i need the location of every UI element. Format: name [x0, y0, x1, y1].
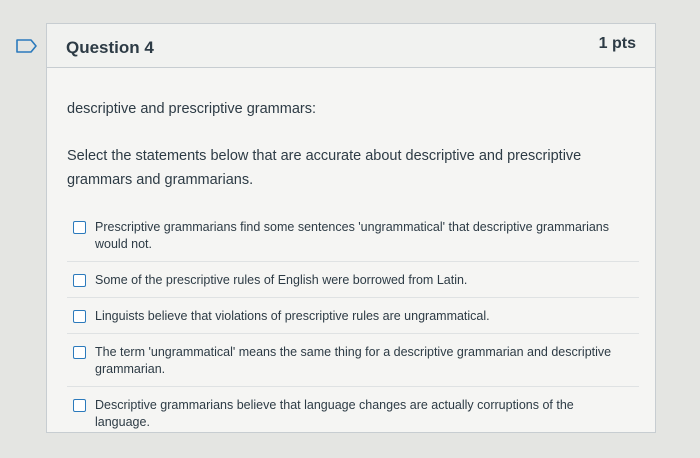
question-title: Question 4 — [66, 38, 154, 57]
answer-label[interactable]: The term 'ungrammatical' means the same … — [95, 345, 611, 376]
question-header: Question 4 1 pts — [47, 24, 655, 68]
answer-checkbox[interactable] — [73, 221, 86, 234]
answer-option[interactable]: Prescriptive grammarians find some sente… — [67, 209, 639, 261]
answer-label[interactable]: Prescriptive grammarians find some sente… — [95, 220, 609, 251]
answer-label[interactable]: Descriptive grammarians believe that lan… — [95, 398, 574, 429]
answer-label[interactable]: Linguists believe that violations of pre… — [95, 309, 490, 323]
question-points: 1 pts — [598, 35, 636, 52]
answer-option[interactable]: Linguists believe that violations of pre… — [67, 297, 639, 333]
answer-checkbox[interactable] — [73, 346, 86, 359]
answer-option[interactable]: The term 'ungrammatical' means the same … — [67, 333, 639, 386]
answer-list: Prescriptive grammarians find some sente… — [67, 209, 639, 439]
question-card: Question 4 1 pts descriptive and prescri… — [46, 23, 656, 433]
answer-checkbox[interactable] — [73, 310, 86, 323]
answer-label[interactable]: Some of the prescriptive rules of Englis… — [95, 273, 467, 287]
flag-question-icon[interactable] — [16, 39, 38, 53]
answer-option[interactable]: Descriptive grammarians believe that lan… — [67, 386, 639, 439]
answer-checkbox[interactable] — [73, 399, 86, 412]
question-instructions: Select the statements below that are acc… — [67, 148, 582, 188]
question-prompt: descriptive and prescriptive grammars: — [67, 101, 317, 117]
answer-checkbox[interactable] — [73, 274, 86, 287]
answer-option[interactable]: Some of the prescriptive rules of Englis… — [67, 261, 639, 297]
